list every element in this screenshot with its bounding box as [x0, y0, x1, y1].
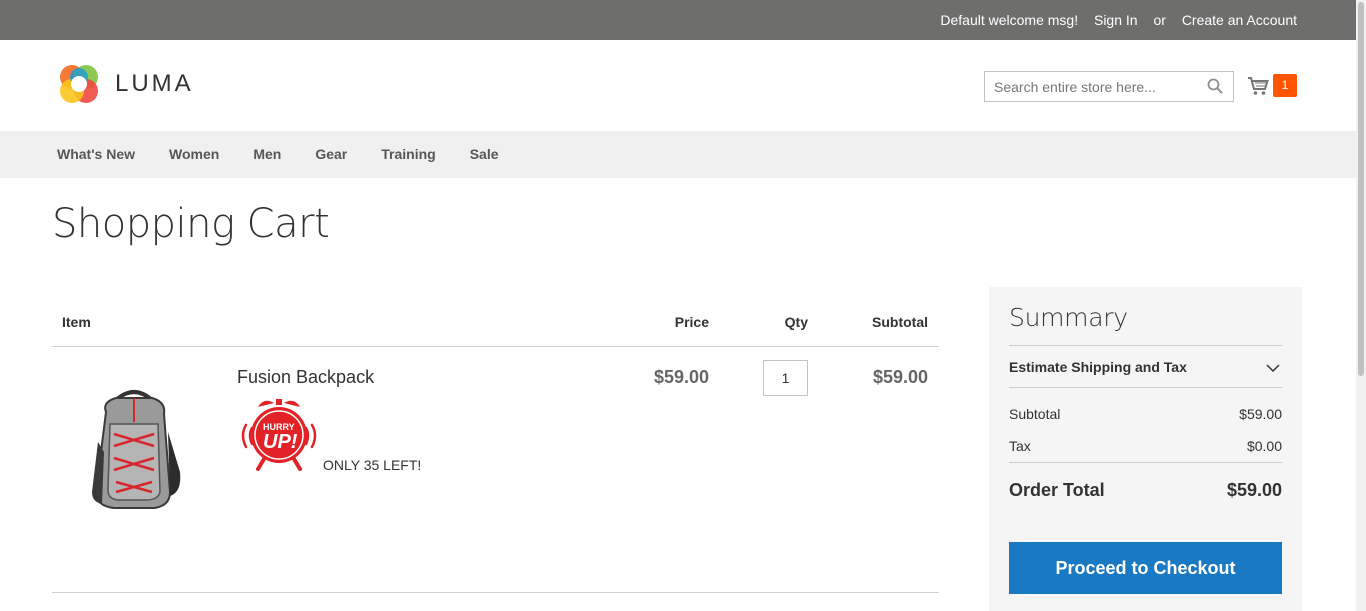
luma-logo-icon — [60, 65, 98, 103]
sign-in-link[interactable]: Sign In — [1094, 12, 1138, 28]
item-subtotal: $59.00 — [872, 367, 928, 387]
summary-subtotal-row: Subtotal $59.00 — [1009, 406, 1282, 422]
scrollbar-thumb[interactable] — [1358, 2, 1364, 376]
hurry-up-badge: HURRY UP! — [236, 395, 322, 480]
welcome-message: Default welcome msg! — [940, 12, 1079, 28]
table-divider — [52, 592, 939, 593]
proceed-to-checkout-button[interactable]: Proceed to Checkout — [1009, 542, 1282, 594]
top-bar: Default welcome msg! Sign In or Create a… — [0, 0, 1356, 40]
estimate-shipping-toggle[interactable]: Estimate Shipping and Tax — [1009, 345, 1282, 388]
main-navigation: What's New Women Men Gear Training Sale — [0, 131, 1356, 178]
logo-link[interactable]: LUMA — [57, 62, 194, 106]
nav-item-gear[interactable]: Gear — [315, 146, 347, 162]
table-divider — [52, 346, 939, 347]
item-price: $59.00 — [653, 367, 709, 387]
product-name-link[interactable]: Fusion Backpack — [237, 367, 374, 388]
summary-divider — [1009, 462, 1282, 463]
order-total-label: Order Total — [1009, 480, 1105, 500]
backpack-image — [92, 390, 181, 509]
stock-message: ONLY 35 LEFT! — [323, 457, 422, 473]
nav-item-training[interactable]: Training — [381, 146, 435, 162]
or-text: or — [1153, 12, 1166, 28]
header-links: Default welcome msg! Sign In or Create a… — [928, 12, 1297, 28]
minicart-button[interactable]: 1 — [1247, 74, 1297, 97]
qty-input[interactable] — [763, 360, 808, 396]
order-summary: Summary Estimate Shipping and Tax Subtot… — [989, 287, 1302, 611]
create-account-link[interactable]: Create an Account — [1182, 12, 1297, 28]
nav-item-sale[interactable]: Sale — [470, 146, 499, 162]
column-header-price: Price — [674, 314, 709, 330]
search-box — [984, 71, 1234, 102]
summary-tax-row: Tax $0.00 — [1009, 438, 1282, 454]
search-icon[interactable] — [1207, 78, 1223, 99]
nav-item-men[interactable]: Men — [253, 146, 281, 162]
chevron-down-icon — [1266, 360, 1280, 378]
column-header-qty: Qty — [784, 314, 808, 330]
column-header-subtotal: Subtotal — [872, 314, 928, 330]
summary-subtotal-label: Subtotal — [1009, 406, 1061, 422]
summary-tax-value: $0.00 — [1246, 438, 1282, 454]
logo-text: LUMA — [115, 70, 194, 97]
product-image[interactable] — [84, 382, 184, 517]
page-scrollbar[interactable] — [1356, 0, 1366, 611]
summary-title: Summary — [1009, 303, 1128, 332]
summary-subtotal-value: $59.00 — [1239, 406, 1282, 422]
column-header-item: Item — [62, 314, 91, 330]
hurry-up-text-main: UP! — [263, 431, 298, 453]
nav-item-whats-new[interactable]: What's New — [57, 146, 135, 162]
cart-count-badge: 1 — [1273, 74, 1297, 97]
search-input[interactable] — [985, 72, 1195, 101]
order-total-value: $59.00 — [1226, 480, 1282, 500]
order-total-row: Order Total $59.00 — [1009, 480, 1282, 501]
page-header: LUMA 1 — [0, 40, 1356, 131]
shopping-cart-icon — [1248, 76, 1269, 95]
page-title: Shopping Cart — [52, 201, 330, 247]
summary-tax-label: Tax — [1009, 438, 1031, 454]
estimate-shipping-label: Estimate Shipping and Tax — [1009, 359, 1187, 375]
nav-item-women[interactable]: Women — [169, 146, 219, 162]
